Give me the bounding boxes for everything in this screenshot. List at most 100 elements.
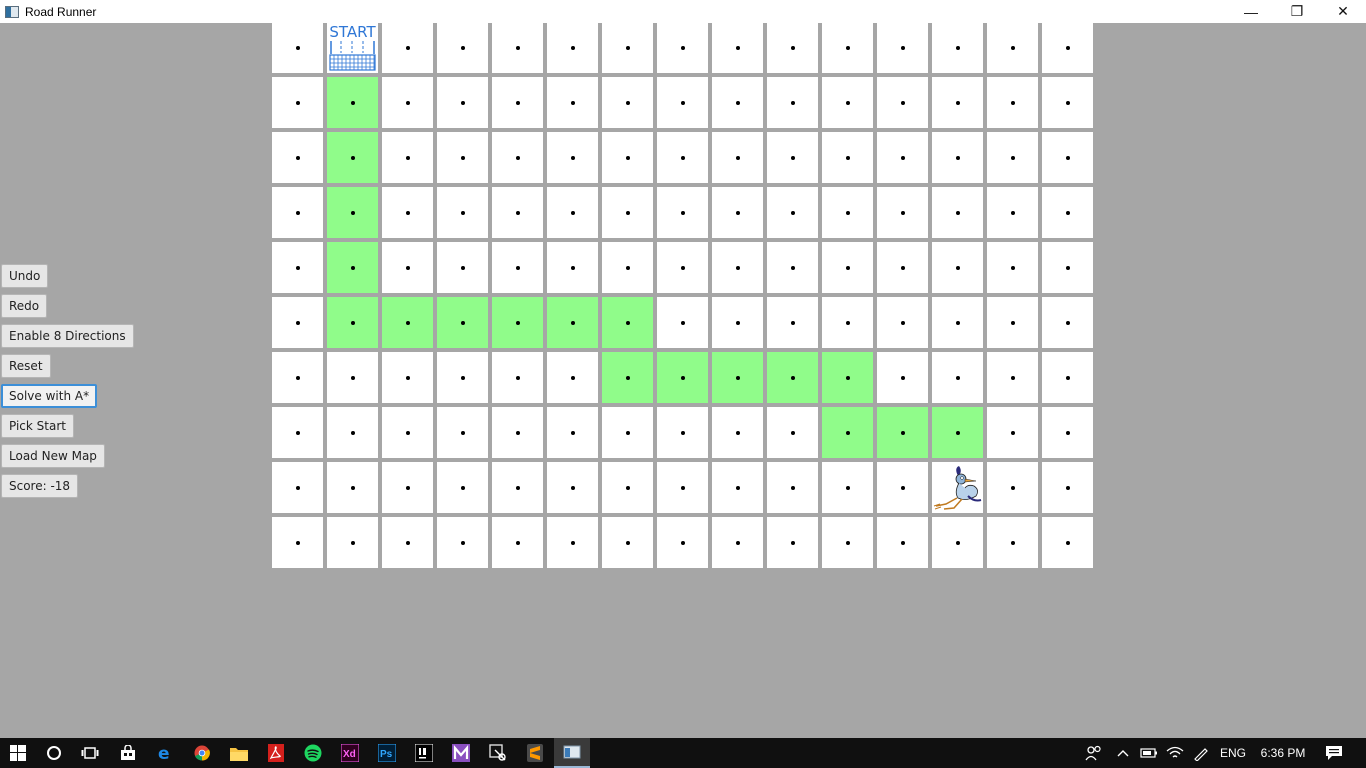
grid-cell[interactable] [1042, 132, 1093, 183]
grid-cell[interactable] [767, 407, 818, 458]
windows-start-icon[interactable] [0, 738, 36, 768]
grid-cell[interactable] [767, 242, 818, 293]
score-button[interactable]: Score: -18 [1, 474, 79, 498]
grid-cell[interactable] [712, 22, 763, 73]
grid-cell[interactable] [272, 242, 323, 293]
snipping-icon[interactable] [480, 738, 516, 768]
photoshop-icon[interactable]: Ps [369, 738, 405, 768]
language-indicator[interactable]: ENG [1214, 738, 1252, 768]
grid-cell[interactable] [657, 132, 708, 183]
grid-cell[interactable] [987, 297, 1038, 348]
grid-cell[interactable] [877, 132, 928, 183]
m-app-icon[interactable] [443, 738, 479, 768]
grid-cell[interactable] [602, 187, 653, 238]
grid-cell[interactable] [272, 462, 323, 513]
grid-cell[interactable] [712, 187, 763, 238]
grid-cell[interactable] [382, 132, 433, 183]
grid-cell[interactable] [547, 132, 598, 183]
close-button[interactable]: ✕ [1320, 0, 1366, 23]
grid-cell[interactable] [547, 462, 598, 513]
grid-cell[interactable] [492, 187, 543, 238]
grid-cell[interactable] [767, 517, 818, 568]
grid-cell[interactable] [1042, 77, 1093, 128]
store-icon[interactable] [110, 738, 146, 768]
grid-cell[interactable] [712, 462, 763, 513]
grid-cell[interactable] [712, 407, 763, 458]
grid-cell[interactable] [987, 187, 1038, 238]
grid-cell[interactable] [492, 462, 543, 513]
edge-icon[interactable]: e [147, 738, 183, 768]
grid-cell[interactable] [492, 77, 543, 128]
restore-button[interactable]: ❐ [1274, 0, 1320, 23]
java-app-icon[interactable] [554, 738, 590, 768]
grid-cell[interactable] [877, 22, 928, 73]
grid-cell[interactable] [767, 77, 818, 128]
grid-cell[interactable] [767, 297, 818, 348]
load-new-map-button[interactable]: Load New Map [1, 444, 105, 468]
grid-cell[interactable] [987, 22, 1038, 73]
grid-cell[interactable] [382, 407, 433, 458]
path-cell[interactable] [602, 352, 653, 403]
grid-cell[interactable] [382, 352, 433, 403]
grid-cell[interactable] [657, 407, 708, 458]
grid-cell[interactable] [767, 462, 818, 513]
grid-cell[interactable] [602, 407, 653, 458]
grid-cell[interactable] [272, 132, 323, 183]
grid-cell[interactable] [712, 242, 763, 293]
grid-cell[interactable] [1042, 407, 1093, 458]
grid-cell[interactable] [547, 22, 598, 73]
grid-cell[interactable] [492, 352, 543, 403]
xd-icon[interactable]: Xd [332, 738, 368, 768]
path-cell[interactable] [492, 297, 543, 348]
grid-cell[interactable] [492, 242, 543, 293]
grid-cell[interactable] [437, 22, 488, 73]
grid-cell[interactable] [437, 132, 488, 183]
grid-cell[interactable] [932, 77, 983, 128]
grid-cell[interactable] [712, 297, 763, 348]
path-cell[interactable] [327, 242, 378, 293]
start-cell[interactable]: START [327, 22, 378, 73]
undo-button[interactable]: Undo [1, 264, 49, 288]
path-cell[interactable] [822, 407, 873, 458]
grid-cell[interactable] [547, 77, 598, 128]
grid-cell[interactable] [327, 352, 378, 403]
grid-cell[interactable] [657, 297, 708, 348]
path-cell[interactable] [437, 297, 488, 348]
grid-cell[interactable] [547, 352, 598, 403]
grid-cell[interactable] [437, 242, 488, 293]
grid-cell[interactable] [657, 517, 708, 568]
grid-cell[interactable] [1042, 297, 1093, 348]
grid-cell[interactable] [822, 132, 873, 183]
grid-cell[interactable] [272, 517, 323, 568]
grid-cell[interactable] [877, 187, 928, 238]
grid-cell[interactable] [877, 297, 928, 348]
grid-cell[interactable] [492, 22, 543, 73]
grid-cell[interactable] [437, 517, 488, 568]
path-cell[interactable] [327, 77, 378, 128]
grid-cell[interactable] [932, 187, 983, 238]
path-cell[interactable] [877, 407, 928, 458]
grid-cell[interactable] [877, 462, 928, 513]
grid-cell[interactable] [382, 22, 433, 73]
grid-cell[interactable] [657, 22, 708, 73]
task-view-icon[interactable] [72, 738, 108, 768]
grid-cell[interactable] [1042, 352, 1093, 403]
path-cell[interactable] [327, 297, 378, 348]
grid-cell[interactable] [877, 77, 928, 128]
path-cell[interactable] [327, 132, 378, 183]
grid-cell[interactable] [382, 77, 433, 128]
pick-start-button[interactable]: Pick Start [1, 414, 74, 438]
grid-cell[interactable] [602, 22, 653, 73]
grid-cell[interactable] [657, 462, 708, 513]
grid-cell[interactable] [987, 132, 1038, 183]
grid-cell[interactable] [657, 242, 708, 293]
grid-cell[interactable] [547, 242, 598, 293]
path-cell[interactable] [822, 352, 873, 403]
spotify-icon[interactable] [295, 738, 331, 768]
grid-cell[interactable] [602, 132, 653, 183]
notifications-icon[interactable] [1316, 738, 1352, 768]
grid-cell[interactable] [437, 407, 488, 458]
grid-cell[interactable] [822, 462, 873, 513]
grid-cell[interactable] [822, 242, 873, 293]
grid-cell[interactable] [932, 352, 983, 403]
